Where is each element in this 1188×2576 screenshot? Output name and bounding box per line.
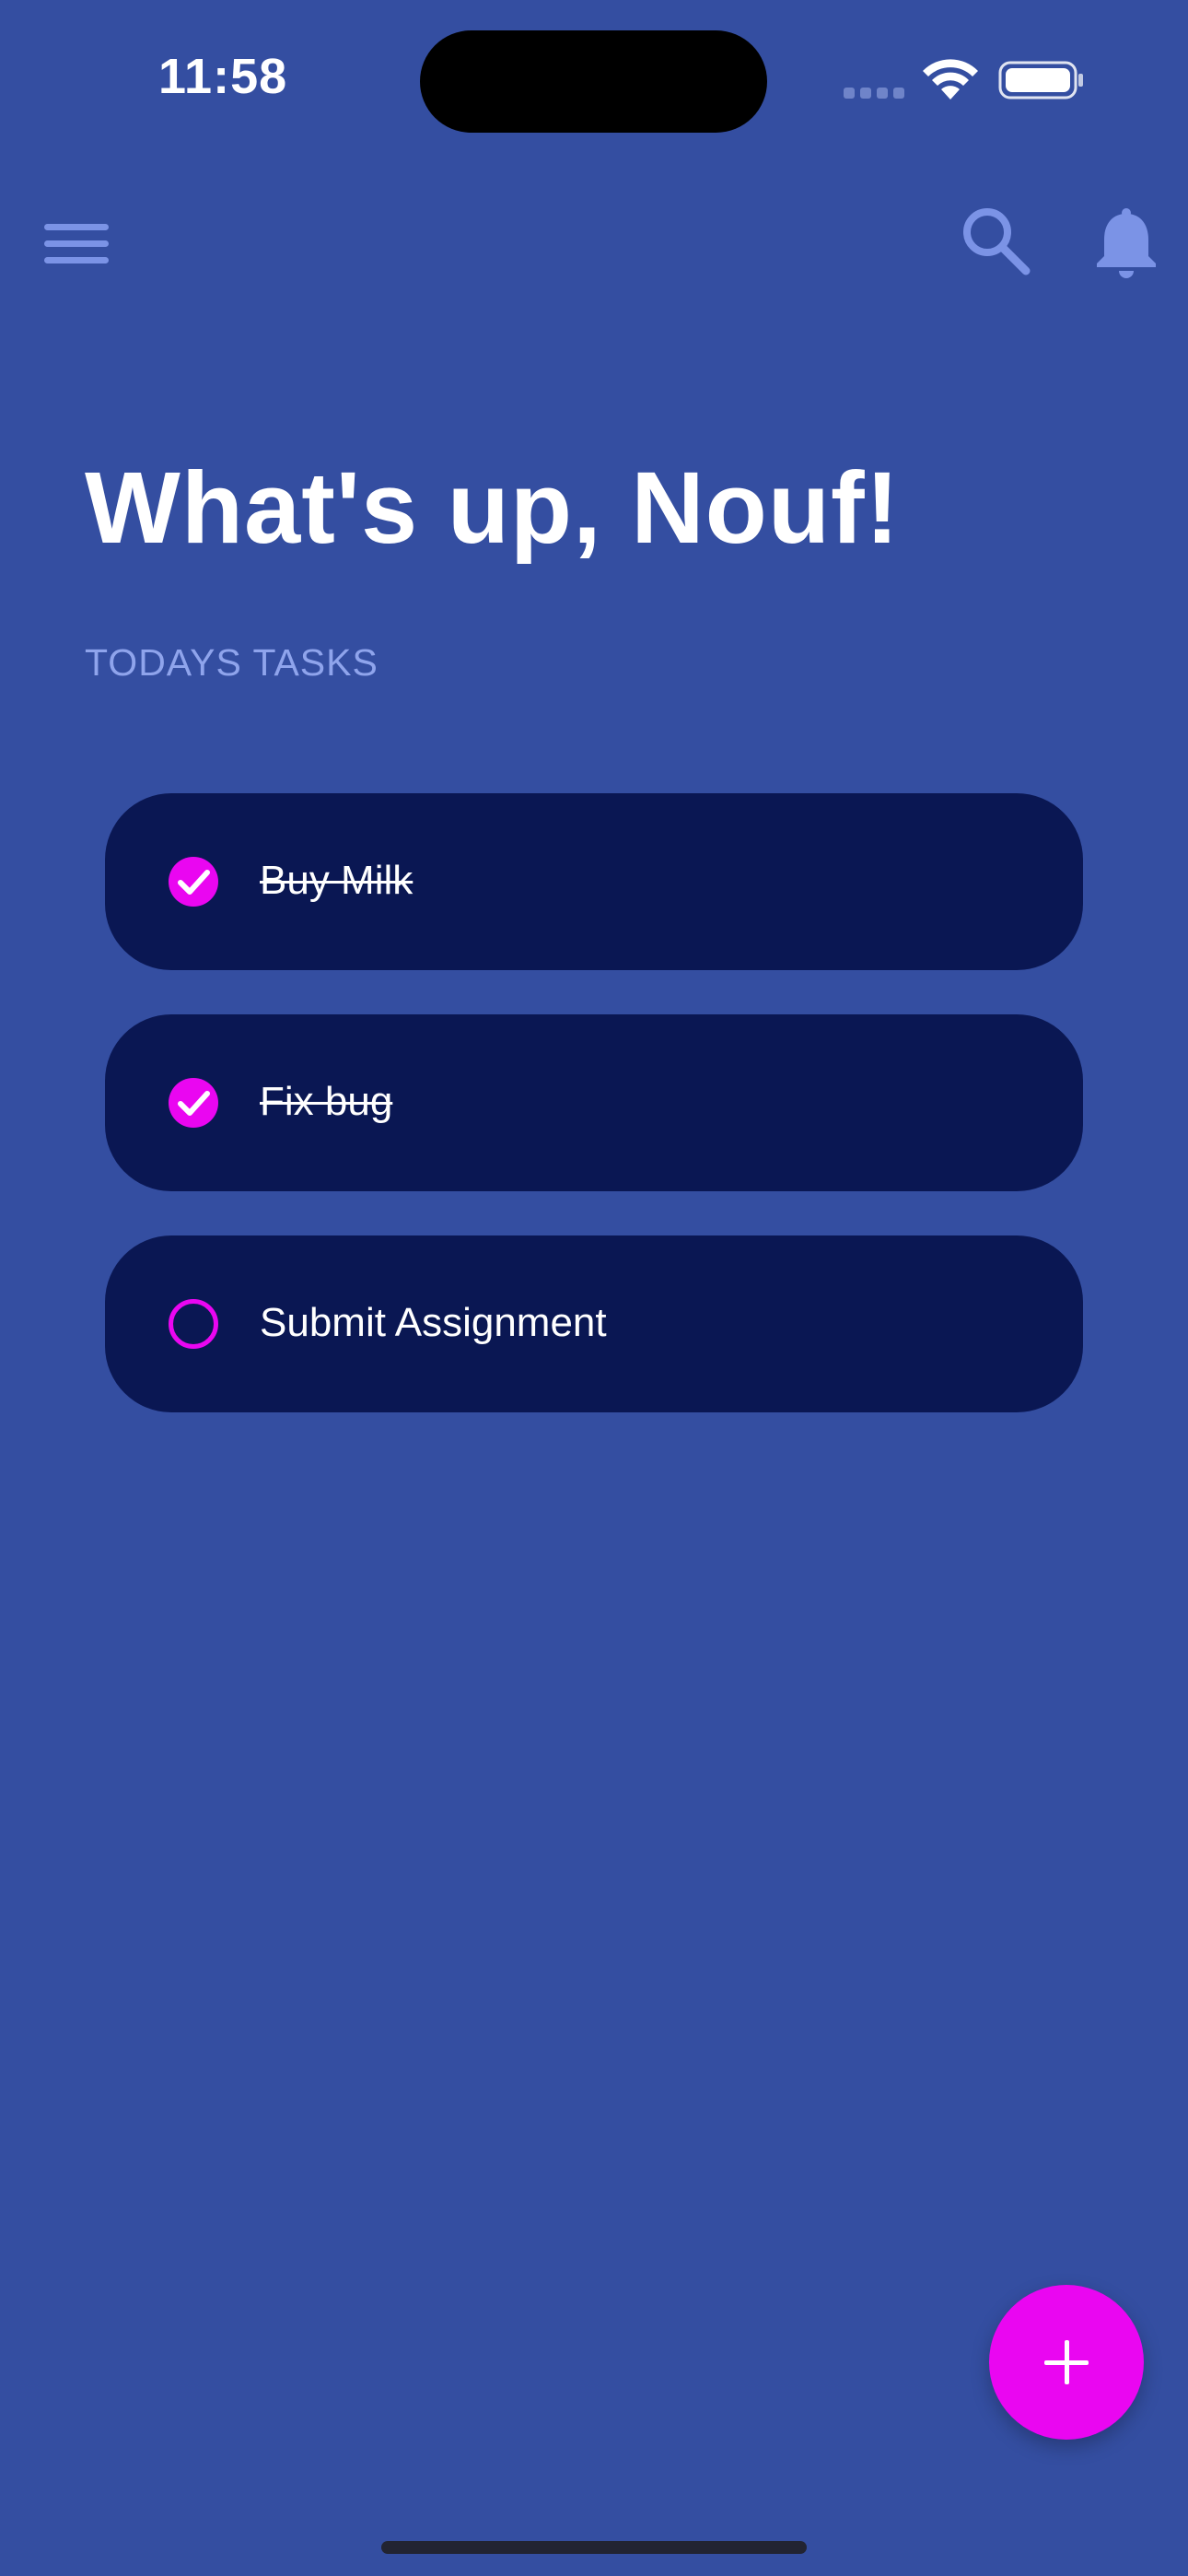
cellular-signal-icon	[844, 88, 904, 99]
status-time: 11:58	[158, 49, 288, 104]
task-list: Buy Milk Fix bug Submit Assignment	[105, 793, 1083, 1457]
task-label: Buy Milk	[260, 858, 413, 903]
unchecked-circle-icon[interactable]	[168, 1298, 219, 1350]
wifi-icon	[923, 59, 978, 100]
home-indicator[interactable]	[381, 2541, 807, 2554]
task-item[interactable]: Fix bug	[105, 1014, 1083, 1191]
battery-icon	[998, 61, 1083, 100]
dynamic-island	[420, 30, 767, 133]
menu-icon[interactable]	[41, 212, 114, 276]
add-task-button[interactable]	[989, 2285, 1144, 2440]
plus-icon	[1044, 2340, 1089, 2384]
search-icon[interactable]	[958, 203, 1035, 280]
bell-icon[interactable]	[1091, 203, 1161, 280]
task-item[interactable]: Buy Milk	[105, 793, 1083, 970]
checked-circle-icon[interactable]	[168, 1077, 219, 1129]
section-label: TODAYS TASKS	[85, 641, 379, 684]
checked-circle-icon[interactable]	[168, 856, 219, 907]
task-label: Submit Assignment	[260, 1300, 607, 1345]
app-bar	[0, 184, 1188, 304]
task-label: Fix bug	[260, 1079, 393, 1124]
page-title: What's up, Nouf!	[85, 451, 901, 565]
task-item[interactable]: Submit Assignment	[105, 1235, 1083, 1412]
status-bar: 11:58	[0, 0, 1188, 157]
